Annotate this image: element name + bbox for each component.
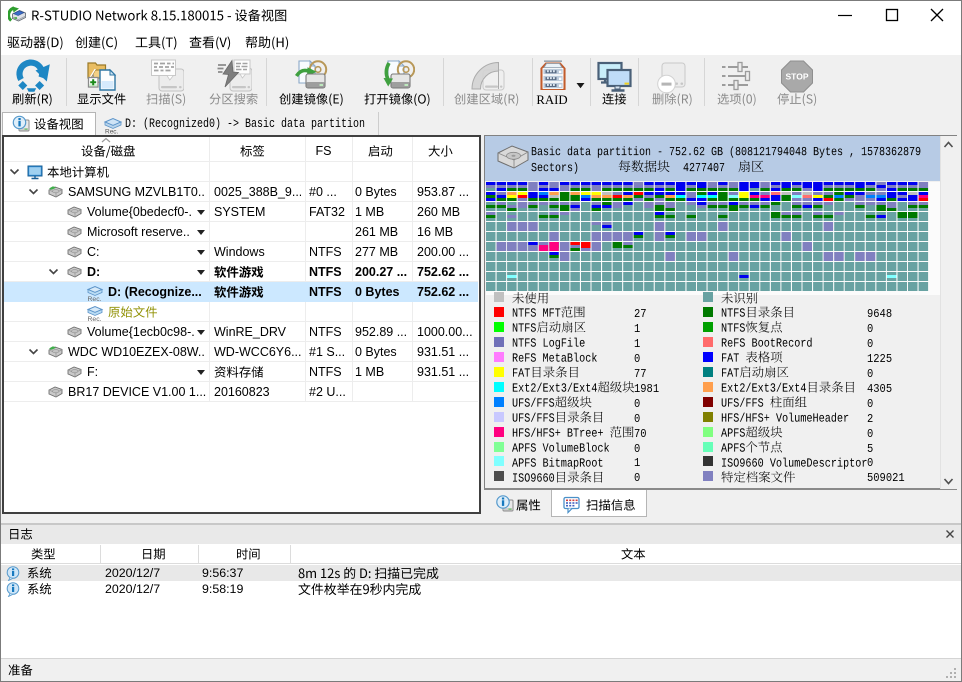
svg-text:STOP: STOP xyxy=(786,72,809,82)
svg-text:Rec.: Rec. xyxy=(88,296,102,302)
svg-text:Rec.: Rec. xyxy=(105,129,119,135)
